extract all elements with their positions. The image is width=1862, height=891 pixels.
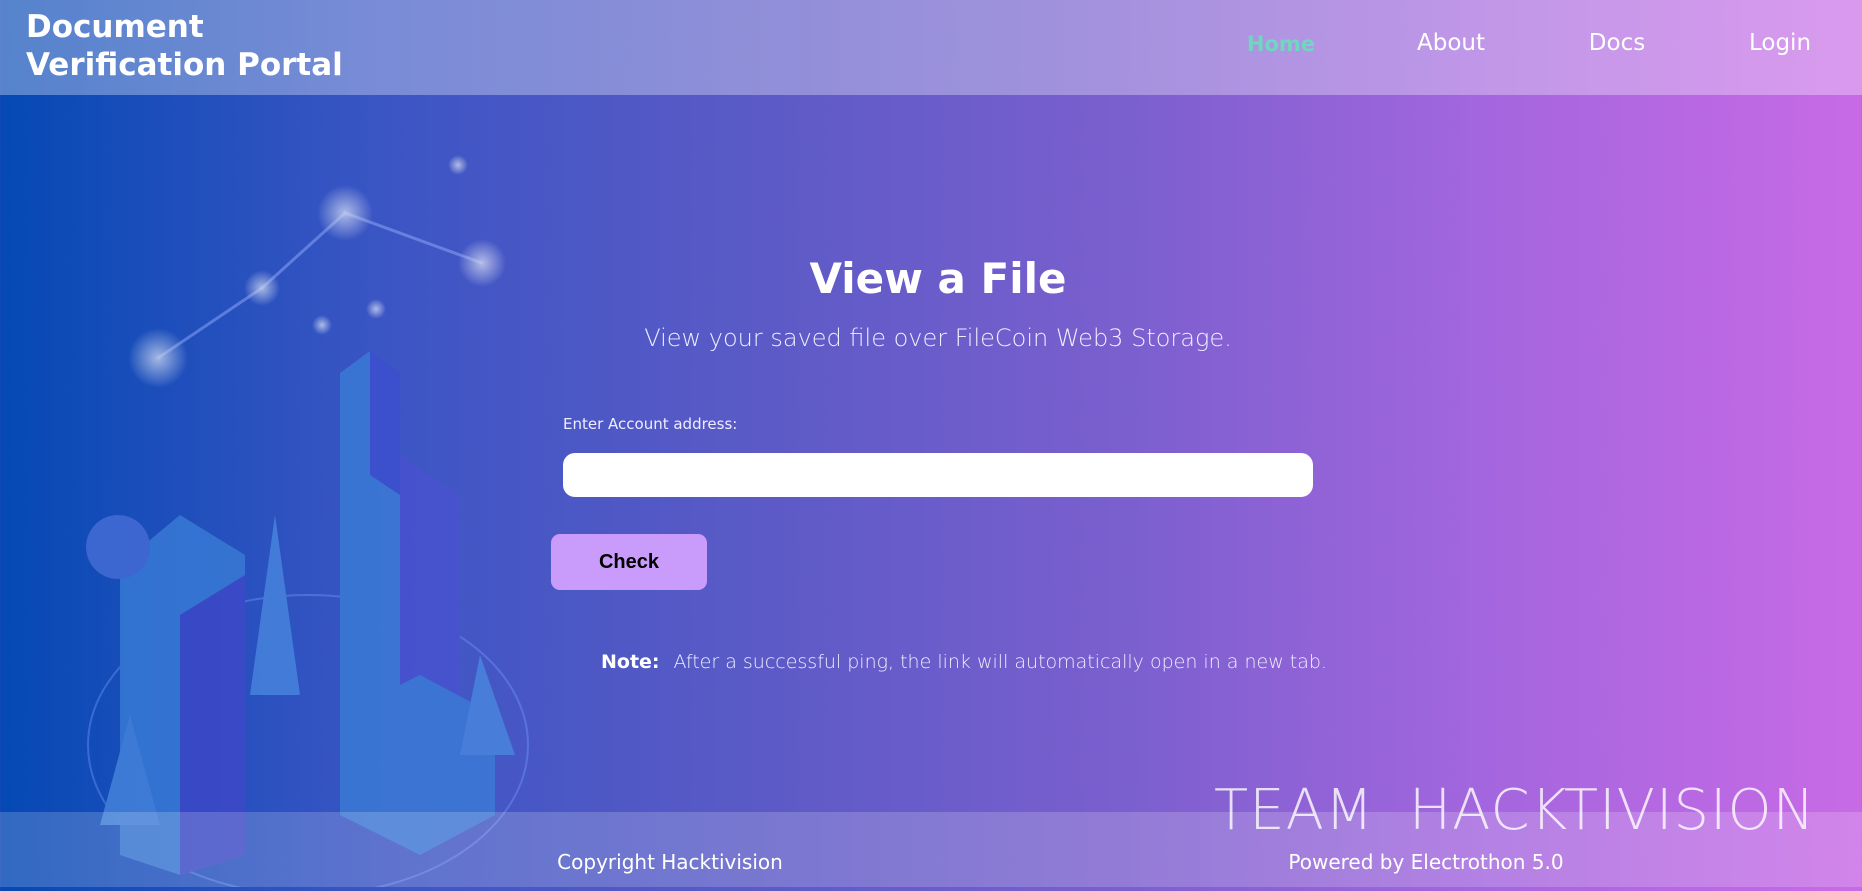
city-illustration xyxy=(0,95,560,891)
brand-line-1: Document xyxy=(26,9,204,45)
team-watermark: TEAM HACKTIVISION xyxy=(1214,778,1816,843)
nav-docs[interactable]: Docs xyxy=(1589,30,1645,56)
copyright-text: Copyright Hacktivision xyxy=(557,850,783,874)
page-subtitle: View your saved file over FileCoin Web3 … xyxy=(644,324,1232,352)
powered-by-text: Powered by Electrothon 5.0 xyxy=(1288,850,1564,874)
page-title: View a File xyxy=(809,254,1067,303)
nav-home[interactable]: Home xyxy=(1247,32,1315,56)
top-navbar: Document Verification Portal Home About … xyxy=(0,0,1862,95)
note: Note: After a successful ping, the link w… xyxy=(601,651,1327,673)
account-address-label: Enter Account address: xyxy=(563,415,738,433)
account-address-input[interactable] xyxy=(563,453,1313,497)
brand-line-2: Verification Portal xyxy=(26,47,343,83)
nav-login[interactable]: Login xyxy=(1749,30,1811,56)
note-label: Note: xyxy=(601,651,660,673)
brand-title[interactable]: Document Verification Portal xyxy=(26,8,343,84)
check-button[interactable]: Check xyxy=(551,534,707,590)
nav-about[interactable]: About xyxy=(1417,30,1485,56)
note-text: After a successful ping, the link will a… xyxy=(673,651,1327,673)
